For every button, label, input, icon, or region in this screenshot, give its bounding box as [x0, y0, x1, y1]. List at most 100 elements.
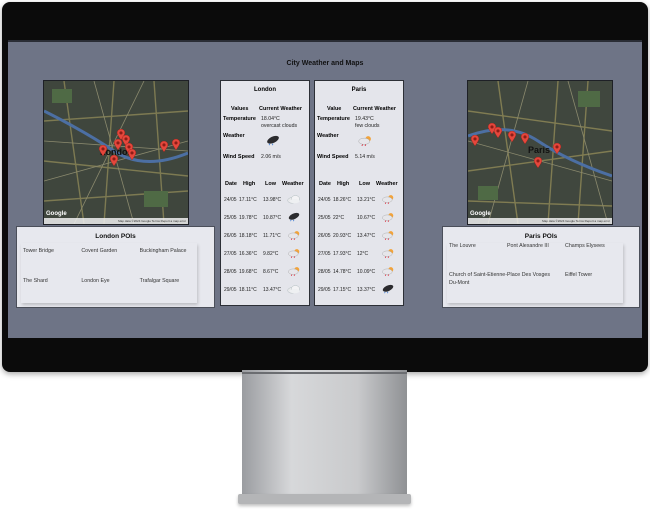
forecast-date: 27/05 [224, 251, 237, 257]
forecast-date-header: Date [319, 181, 331, 187]
map-marker-icon[interactable] [114, 139, 122, 150]
poi-grid: The Louvre Pont Alexandre III Champs Ely… [449, 242, 623, 250]
forecast-row: 29/05 18.11°C 13.47°C [224, 282, 306, 298]
sun-rain-cloud-icon [381, 212, 395, 222]
monitor-frame: City Weather and Maps London Google Map [2, 2, 648, 372]
sun-rain-cloud-icon [381, 248, 395, 258]
poi-item[interactable]: Trafalgar Square [140, 277, 198, 285]
london-map[interactable]: London Google Map data ©2024 Google Term… [43, 80, 189, 225]
sun-rain-cloud-icon [381, 266, 395, 276]
cloud-icon [287, 194, 301, 204]
forecast-row: 24/05 17.11°C 13.98°C [224, 192, 306, 208]
poi-item[interactable]: The Louvre [449, 242, 507, 250]
map-marker-icon[interactable] [99, 145, 107, 156]
forecast-row: 28/05 14.78°C 10.09°C [318, 264, 400, 280]
wind-speed-value: 2.06 m/s [261, 154, 281, 160]
map-marker-icon[interactable] [508, 131, 516, 142]
poi-item[interactable]: The Shard [23, 277, 81, 285]
forecast-row: 27/05 16.36°C 9.82°C [224, 246, 306, 262]
forecast-row: 26/05 18.18°C 11.71°C [224, 228, 306, 244]
google-logo: Google [46, 211, 67, 217]
paris-weather-panel: Paris Value Current Weather Temperature … [314, 80, 404, 306]
weather-label: Weather [317, 133, 339, 139]
google-logo: Google [470, 211, 491, 217]
forecast-weather-header: Weather [282, 181, 304, 187]
current-weather-header: Current Weather [353, 106, 396, 112]
forecast-date: 29/05 [318, 287, 331, 293]
sun-rain-cloud-icon [381, 194, 395, 204]
poi-item[interactable]: Champs Elysees [565, 242, 623, 250]
forecast-date: 24/05 [224, 197, 237, 203]
weather-city: London [254, 87, 276, 93]
forecast-date: 29/05 [224, 287, 237, 293]
map-marker-icon[interactable] [471, 135, 479, 146]
rain-cloud-icon [381, 284, 395, 294]
poi-grid: Tower Bridge Covent Garden Buckingham Pa… [23, 247, 198, 255]
forecast-date: 25/05 [318, 215, 331, 221]
temperature-value: 19.43°C [355, 116, 374, 122]
forecast-high: 19.78°C [239, 215, 258, 221]
poi-item[interactable]: Eiffel Tower [565, 271, 623, 287]
temperature-desc: overcast clouds [261, 123, 298, 129]
forecast-low: 11.71°C [263, 233, 281, 239]
map-marker-icon[interactable] [521, 133, 529, 144]
forecast-low: 10.09°C [357, 269, 376, 275]
forecast-high: 18.26°C [333, 197, 352, 203]
sun-rain-cloud-icon [287, 230, 301, 240]
poi-grid: Church of Saint-Etienne-Du-Mont Place De… [449, 271, 623, 287]
map-marker-icon[interactable] [553, 143, 561, 154]
poi-item[interactable]: Church of Saint-Etienne-Du-Mont [449, 271, 507, 287]
forecast-date: 26/05 [224, 233, 237, 239]
rain-cloud-icon [265, 135, 281, 146]
forecast-low: 8.67°C [263, 269, 279, 275]
forecast-date: 28/05 [224, 269, 237, 275]
forecast-high-header: High [243, 181, 256, 187]
forecast-row: 29/05 17.15°C 13.37°C [318, 282, 400, 298]
rain-cloud-icon [287, 212, 301, 222]
forecast-high: 22°C [333, 215, 345, 221]
poi-title: Paris POIs [524, 233, 558, 240]
forecast-date-header: Date [225, 181, 237, 187]
forecast-date: 28/05 [318, 269, 331, 275]
forecast-high: 20.93°C [333, 233, 352, 239]
forecast-weather-header: Weather [376, 181, 398, 187]
poi-item[interactable]: Place Des Vosges [507, 271, 565, 287]
weather-city: Paris [351, 87, 367, 93]
poi-item[interactable]: Tower Bridge [23, 247, 81, 255]
map-marker-icon[interactable] [128, 149, 136, 160]
poi-item[interactable]: Pont Alexandre III [507, 242, 565, 250]
map-marker-icon[interactable] [534, 157, 542, 168]
poi-item[interactable]: London Eye [81, 277, 139, 285]
map-marker-icon[interactable] [110, 155, 118, 166]
map-marker-icon[interactable] [494, 127, 502, 138]
forecast-low: 12°C [357, 251, 369, 257]
poi-title: London POIs [95, 233, 136, 240]
app-screen: City Weather and Maps London Google Map [8, 40, 642, 338]
forecast-low: 13.21°C [357, 197, 376, 203]
map-footer[interactable]: Map data ©2024 Google Terms Report a map… [44, 218, 188, 224]
paris-map[interactable]: Paris Google Map data ©2024 Google Terms… [467, 80, 613, 225]
map-marker-icon[interactable] [172, 139, 180, 150]
forecast-date: 27/05 [318, 251, 331, 257]
poi-item[interactable]: Buckingham Palace [140, 247, 198, 255]
wind-speed-label: Wind Speed [223, 154, 255, 160]
map-footer[interactable]: Map data ©2024 Google Terms Report a map… [468, 218, 612, 224]
temperature-label: Temperature [317, 116, 350, 122]
forecast-high: 19.68°C [239, 269, 258, 275]
london-pois-panel: London POIs Tower Bridge Covent Garden B… [16, 226, 215, 308]
forecast-low: 13.37°C [357, 287, 376, 293]
map-city-label: Paris [528, 145, 551, 155]
wind-speed-value: 5.14 m/s [355, 154, 375, 160]
values-header: Value [327, 106, 342, 112]
map-marker-icon[interactable] [160, 141, 168, 152]
poi-grid: The Shard London Eye Trafalgar Square [23, 277, 198, 285]
forecast-low: 13.47°C [357, 233, 376, 239]
stand-divider [242, 372, 407, 374]
monitor-stand [242, 370, 407, 502]
weather-label: Weather [223, 133, 245, 139]
poi-item[interactable]: Covent Garden [81, 247, 139, 255]
forecast-high: 17.15°C [333, 287, 352, 293]
forecast-low: 13.47°C [263, 287, 282, 293]
forecast-row: 25/05 19.78°C 10.87°C [224, 210, 306, 226]
temperature-value: 18.04°C [261, 116, 280, 122]
